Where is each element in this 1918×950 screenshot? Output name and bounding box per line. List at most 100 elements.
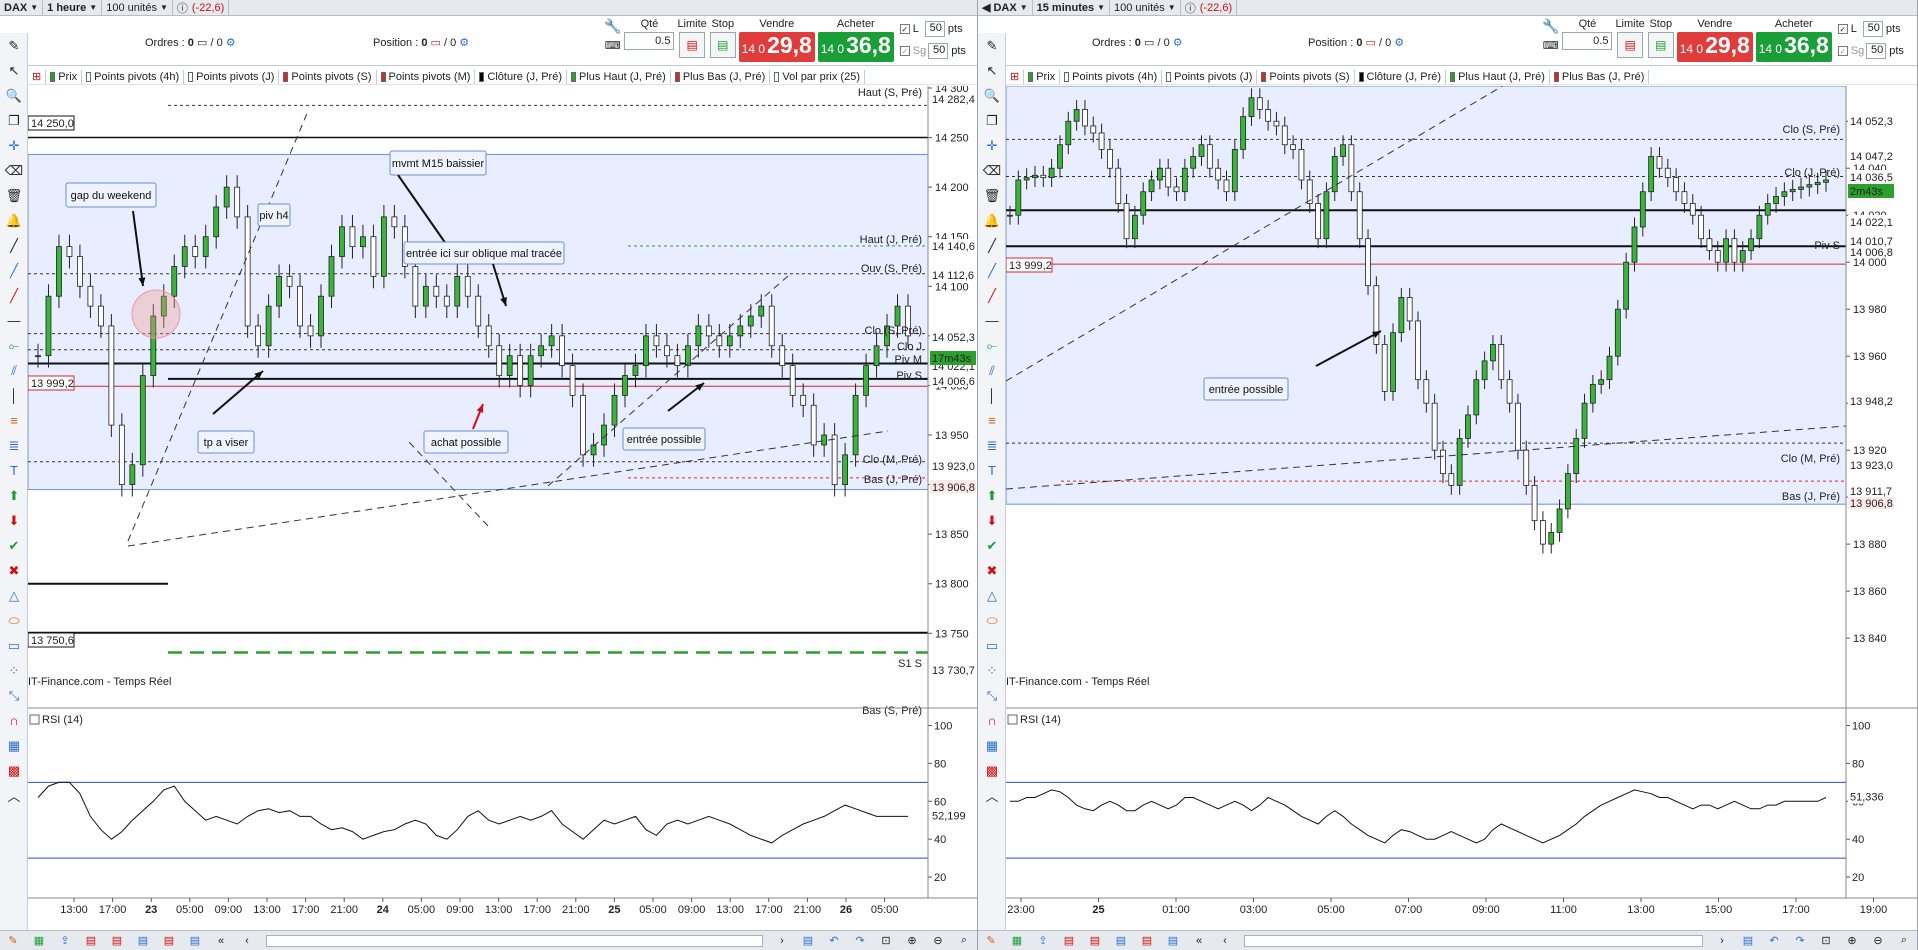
text-tool-icon[interactable]: T — [0, 458, 28, 483]
crosshair-icon[interactable]: ✛ — [978, 133, 1006, 158]
magnify-icon[interactable]: ⌕ — [1891, 934, 1917, 947]
fibonacci-fan-icon[interactable]: ≣ — [978, 433, 1006, 458]
checkbox-Sg[interactable]: ✓ — [1837, 46, 1848, 56]
scroll-right-icon[interactable]: › — [1709, 935, 1735, 947]
qty-input[interactable]: 0.5 — [624, 32, 675, 50]
calendar-icon[interactable]: ▤ — [1056, 934, 1082, 947]
pencil-icon[interactable]: ✎ — [978, 934, 1004, 947]
horizontal-segment-icon[interactable]: ⟜ — [0, 333, 28, 358]
orders-icon[interactable]: ▭ — [1144, 37, 1154, 49]
crosshair-icon[interactable]: ✛ — [0, 133, 28, 158]
limit-order-icon[interactable]: ▤ — [1617, 32, 1644, 58]
text-tool-icon[interactable]: T — [978, 458, 1006, 483]
buy-button[interactable]: 14 0 36,8 — [1755, 32, 1832, 62]
wrench-box[interactable]: 🔧 ⌨ — [604, 18, 621, 52]
trash-icon[interactable]: 🗑 — [0, 183, 28, 208]
calendar-icon[interactable]: ▤ — [78, 934, 104, 947]
zoom-fit-icon[interactable]: ⊡ — [873, 934, 899, 947]
chart-settings-icon[interactable]: ▩ — [978, 758, 1006, 783]
legend-toggle-icon[interactable]: ⊞ — [1006, 69, 1025, 84]
redo-icon[interactable]: ↷ — [847, 934, 873, 947]
line-tool-icon[interactable]: ╱ — [978, 233, 1006, 258]
qty-input[interactable]: 0.5 — [1562, 32, 1613, 50]
ellipse-icon[interactable]: ⬭ — [0, 608, 28, 633]
arrow-up-icon[interactable]: ⬆ — [978, 483, 1006, 508]
chart-icon[interactable]: ▤ — [795, 934, 821, 947]
magnet-icon[interactable]: ∩ — [0, 708, 28, 733]
vertical-line-icon[interactable]: │ — [0, 383, 28, 408]
legend-item[interactable]: Points pivots (S) — [279, 69, 377, 84]
rsi-checkbox[interactable] — [29, 714, 40, 725]
pencil-icon[interactable]: ✎ — [978, 33, 1006, 58]
pts-input-2[interactable]: 50 — [928, 43, 949, 59]
settings-icon[interactable]: ⚙ — [1173, 37, 1183, 49]
line-tool-blue-icon[interactable]: ╱ — [978, 258, 1006, 283]
measure-icon[interactable]: ⤡ — [978, 683, 1006, 708]
rsi-checkbox[interactable] — [1007, 714, 1018, 725]
fibonacci-icon[interactable]: ≡ — [0, 408, 28, 433]
legend-item[interactable]: Clôture (J, Pré) — [1355, 69, 1447, 84]
vertical-line-icon[interactable]: │ — [978, 383, 1006, 408]
keyboard-icon[interactable]: ⌨ — [1543, 39, 1559, 52]
indicator-icon[interactable]: ▤ — [104, 934, 130, 947]
legend-item[interactable]: Prix — [46, 69, 83, 84]
rectangle-icon[interactable]: ▭ — [0, 633, 28, 658]
legend-item[interactable]: Plus Haut (J, Pré) — [567, 69, 671, 84]
close-position-icon[interactable]: ▭ — [431, 37, 441, 49]
sell-button[interactable]: 14 0 29,8 — [738, 32, 815, 62]
horizontal-line-icon[interactable]: — — [0, 308, 28, 333]
share-icon[interactable]: ⇪ — [1030, 934, 1056, 947]
arrow-down-icon[interactable]: ⬇ — [0, 508, 28, 533]
stop-order-icon[interactable]: ▤ — [1647, 32, 1674, 58]
legend-item[interactable]: Points pivots (4h) — [82, 69, 185, 84]
cursor-icon[interactable]: ↖ — [978, 58, 1006, 83]
legend-item[interactable]: Plus Bas (J, Pré) — [1550, 69, 1650, 84]
pencil-icon[interactable]: ✎ — [0, 33, 28, 58]
image-icon[interactable]: ▤ — [182, 934, 208, 947]
points-icon[interactable]: ⁘ — [978, 658, 1006, 683]
sell-button[interactable]: 14 0 29,8 — [1676, 32, 1753, 62]
table-icon[interactable]: ▤ — [1134, 934, 1160, 947]
checkbox-L[interactable]: ✓ — [899, 24, 910, 34]
left-arrow-icon[interactable]: ◀ — [982, 1, 990, 14]
pts-input[interactable]: 50 — [924, 21, 945, 37]
legend-item[interactable]: Prix — [1024, 69, 1061, 84]
zoom-fit-icon[interactable]: ⊡ — [1813, 934, 1839, 947]
line-tool-blue-icon[interactable]: ╱ — [0, 258, 28, 283]
table-icon[interactable]: ▤ — [156, 934, 182, 947]
pts-input[interactable]: 50 — [1862, 21, 1883, 37]
zoom-in-icon[interactable]: ⊕ — [1839, 934, 1865, 947]
cross-icon[interactable]: ✖ — [978, 558, 1006, 583]
layers-icon[interactable]: ▦ — [0, 733, 28, 758]
price-chart-1h[interactable]: 14 30014 25014 20014 15014 10014 05014 0… — [28, 86, 978, 930]
channel-icon[interactable]: ⫽ — [978, 358, 1006, 383]
redo-icon[interactable]: ↷ — [1787, 934, 1813, 947]
chart-settings-icon[interactable]: ▩ — [0, 758, 28, 783]
line-tool-red-icon[interactable]: ╱ — [978, 283, 1006, 308]
list-icon[interactable]: ▤ — [1108, 934, 1134, 947]
legend-item[interactable]: Vol par prix (25) — [770, 69, 865, 84]
undo-icon[interactable]: ↶ — [1761, 934, 1787, 947]
arrow-up-icon[interactable]: ⬆ — [0, 483, 28, 508]
trash-icon[interactable]: 🗑 — [978, 183, 1006, 208]
legend-item[interactable]: Points pivots (4h) — [1060, 69, 1163, 84]
legend-item[interactable]: Points pivots (J) — [184, 69, 280, 84]
alert-bell-icon[interactable]: 🔔 — [978, 208, 1006, 233]
channel-icon[interactable]: ⫽ — [0, 358, 28, 383]
scroll-right-icon[interactable]: › — [769, 935, 795, 947]
timeframe-select[interactable]: 1 heure ▼ — [43, 0, 103, 16]
settings-icon[interactable]: ⚙ — [459, 37, 469, 49]
cross-icon[interactable]: ✖ — [0, 558, 28, 583]
cursor-icon[interactable]: ↖ — [0, 58, 28, 83]
chart-icon[interactable]: ▤ — [1735, 934, 1761, 947]
legend-item[interactable]: Clôture (J, Pré) — [475, 69, 567, 84]
check-icon[interactable]: ✔ — [978, 533, 1006, 558]
checkbox-L[interactable]: ✓ — [1837, 24, 1848, 34]
instrument-select[interactable]: DAX ▼ — [0, 0, 44, 16]
orders-icon[interactable]: ▭ — [197, 37, 207, 49]
points-icon[interactable]: ⁘ — [0, 658, 28, 683]
instrument-select[interactable]: ◀ DAX ▼ — [978, 0, 1033, 16]
legend-item[interactable]: Points pivots (M) — [377, 69, 476, 84]
zoom-out-icon[interactable]: ⊖ — [1865, 934, 1891, 947]
legend-toggle-icon[interactable]: ⊞ — [28, 69, 47, 84]
